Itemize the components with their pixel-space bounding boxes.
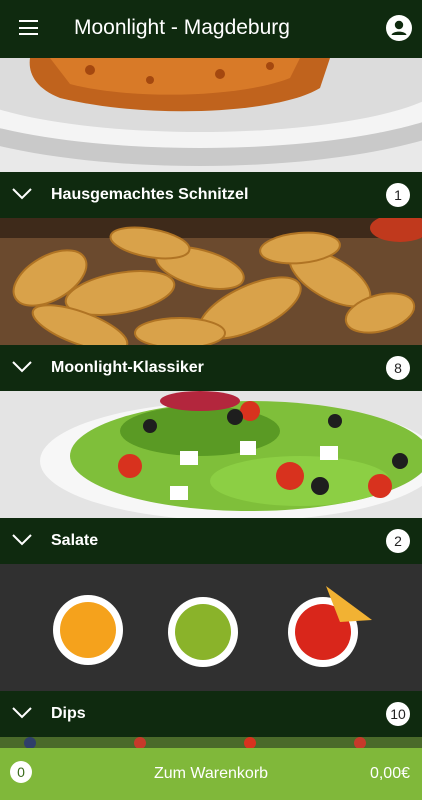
- category-schnitzel[interactable]: Hausgemachtes Schnitzel 1: [0, 172, 422, 218]
- category-label: Salate: [51, 532, 99, 549]
- category-klassiker[interactable]: Moonlight-Klassiker 8: [0, 345, 422, 391]
- cart-label: Zum Warenkorb: [153, 765, 269, 782]
- page-title: Moonlight - Magdeburg: [74, 16, 290, 39]
- category-count-badge: 1: [386, 183, 410, 207]
- chevron-down-icon: [12, 534, 32, 546]
- chevron-down-icon: [12, 361, 32, 373]
- cart-button[interactable]: 0 Zum Warenkorb 0,00€: [0, 748, 422, 800]
- dips-image[interactable]: [0, 564, 422, 691]
- category-count-badge: 10: [386, 702, 410, 726]
- cart-total: 0,00€: [369, 765, 410, 782]
- schnitzel-image[interactable]: [0, 58, 422, 172]
- salate-image[interactable]: [0, 391, 422, 518]
- chevron-down-icon: [12, 188, 32, 200]
- category-dips[interactable]: Dips 10: [0, 691, 422, 737]
- category-label: Dips: [51, 705, 86, 722]
- next-category-image[interactable]: [0, 737, 422, 748]
- menu-icon[interactable]: [19, 20, 38, 35]
- category-count-badge: 8: [386, 356, 410, 380]
- category-count-badge: 2: [386, 529, 410, 553]
- category-salate[interactable]: Salate 2: [0, 518, 422, 564]
- klassiker-image[interactable]: [0, 218, 422, 345]
- chevron-down-icon: [12, 707, 32, 719]
- profile-icon[interactable]: [386, 15, 412, 41]
- category-label: Moonlight-Klassiker: [51, 359, 204, 376]
- category-label: Hausgemachtes Schnitzel: [51, 186, 249, 203]
- app-header: Moonlight - Magdeburg: [0, 0, 422, 58]
